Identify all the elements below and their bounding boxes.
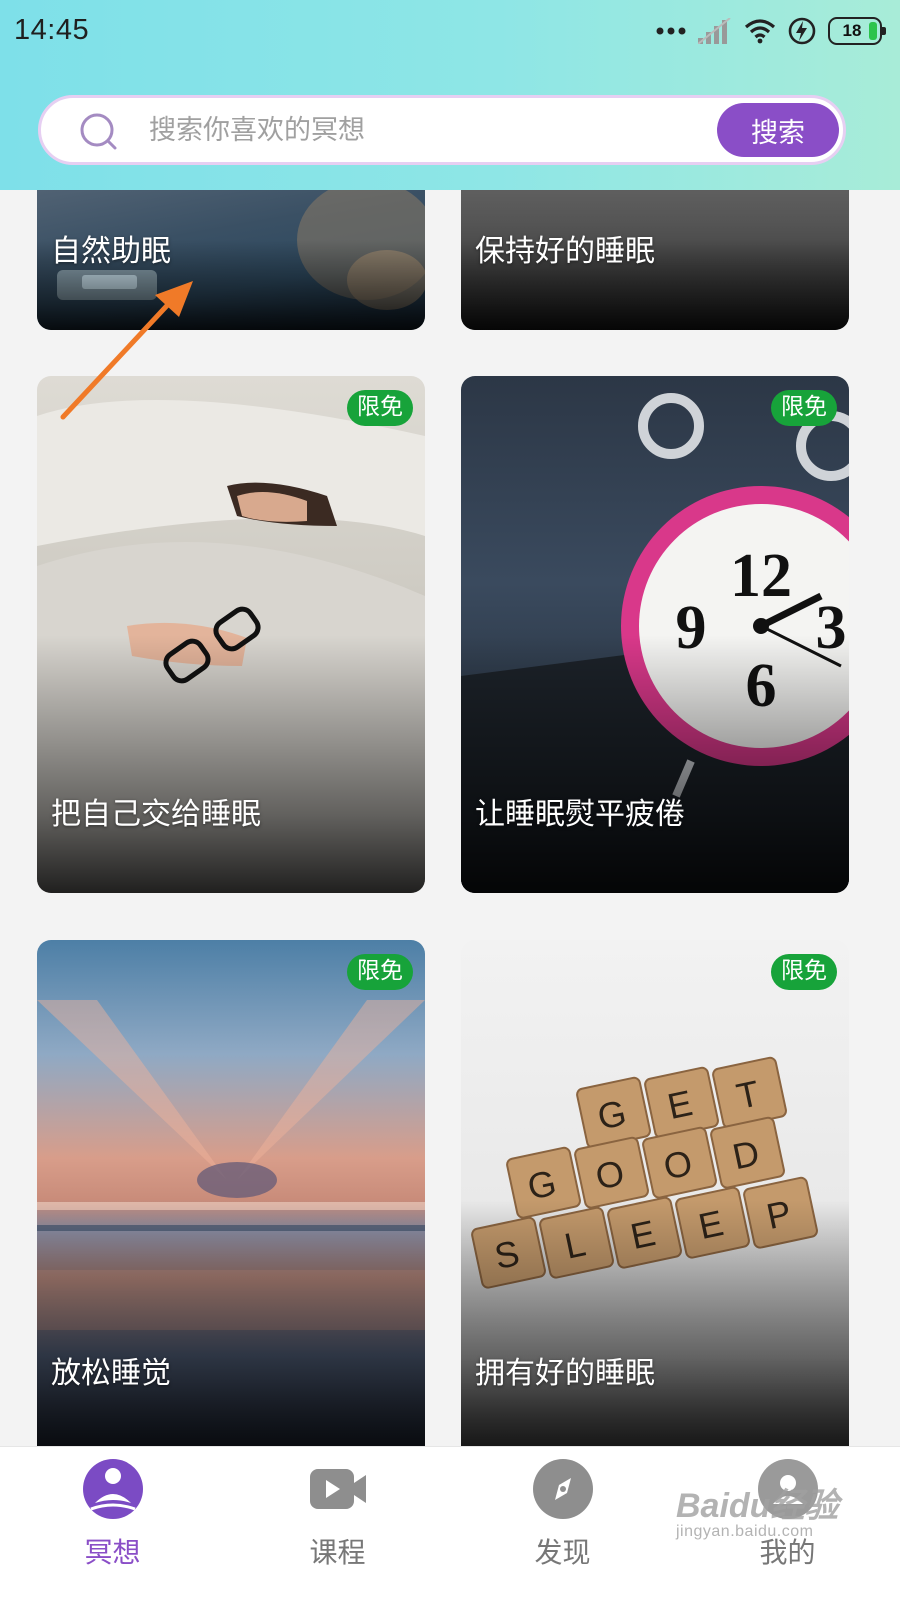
card-title: 放松睡觉	[51, 1356, 171, 1391]
video-icon	[308, 1459, 368, 1519]
card-give-yourself-to-sleep[interactable]: 限免 把自己交给睡眠	[37, 376, 425, 893]
limited-free-badge: 限免	[771, 954, 837, 991]
more-dots-icon	[656, 27, 686, 35]
scrabble-tile: D	[710, 1116, 785, 1189]
search-icon	[80, 113, 117, 150]
card-have-good-sleep[interactable]: GETGOODSLEEP 限免 拥有好的睡眠	[461, 940, 849, 1460]
compass-icon	[532, 1459, 593, 1519]
status-icons: 18	[656, 14, 886, 48]
limited-free-badge: 限免	[347, 954, 413, 991]
limited-free-badge: 限免	[347, 390, 413, 427]
charging-icon	[788, 17, 816, 45]
card-grid: 自然助眠 保持好的睡眠 限免 把自己交给睡眠 12 9 3 限免 让睡眠熨平疲倦…	[0, 0, 900, 1600]
card-relax-sleep[interactable]: 限免 放松睡觉	[37, 940, 425, 1460]
tab-courses[interactable]: 课程	[225, 1447, 450, 1600]
tab-label: 冥想	[84, 1536, 141, 1569]
scrabble-tile: T	[712, 1056, 787, 1129]
card-title: 拥有好的睡眠	[475, 1356, 655, 1391]
search-bar[interactable]: 搜索	[38, 95, 846, 165]
status-bar: 14:45 18	[0, 0, 900, 64]
scrabble-tile: O	[642, 1126, 717, 1199]
signal-icon	[698, 18, 731, 44]
meditation-icon	[82, 1459, 143, 1519]
watermark-main: Baidu经验	[676, 1487, 839, 1525]
battery-icon: 18	[828, 17, 886, 45]
header: 14:45 18 搜索你喜欢的冥想 搜索	[0, 0, 900, 190]
card-title: 保持好的睡眠	[475, 234, 655, 269]
scrabble-tile: G	[576, 1076, 651, 1149]
scrabble-tile: O	[574, 1136, 649, 1209]
search-button[interactable]: 搜索	[717, 103, 839, 157]
search-input[interactable]	[149, 110, 709, 150]
tab-label: 发现	[534, 1536, 591, 1569]
card-title: 自然助眠	[51, 234, 171, 269]
battery-level: 18	[842, 21, 862, 40]
limited-free-badge: 限免	[771, 390, 837, 427]
wifi-icon	[744, 19, 776, 44]
scrabble-tile: E	[644, 1066, 719, 1139]
card-title: 让睡眠熨平疲倦	[475, 797, 685, 832]
tab-discover[interactable]: 发现	[450, 1447, 675, 1600]
svg-text:12: 12	[730, 542, 792, 610]
tab-meditation[interactable]: 冥想	[0, 1447, 225, 1600]
annotation-arrow	[60, 281, 193, 420]
status-time: 14:45	[14, 14, 90, 46]
card-title: 把自己交给睡眠	[51, 797, 261, 832]
baidu-jingyan-watermark: Baidu经验 jingyan.baidu.com	[676, 1478, 838, 1541]
card-iron-out-fatigue[interactable]: 12 9 3 6 限免 让睡眠熨平疲倦	[461, 376, 849, 893]
tab-label: 课程	[309, 1536, 366, 1569]
